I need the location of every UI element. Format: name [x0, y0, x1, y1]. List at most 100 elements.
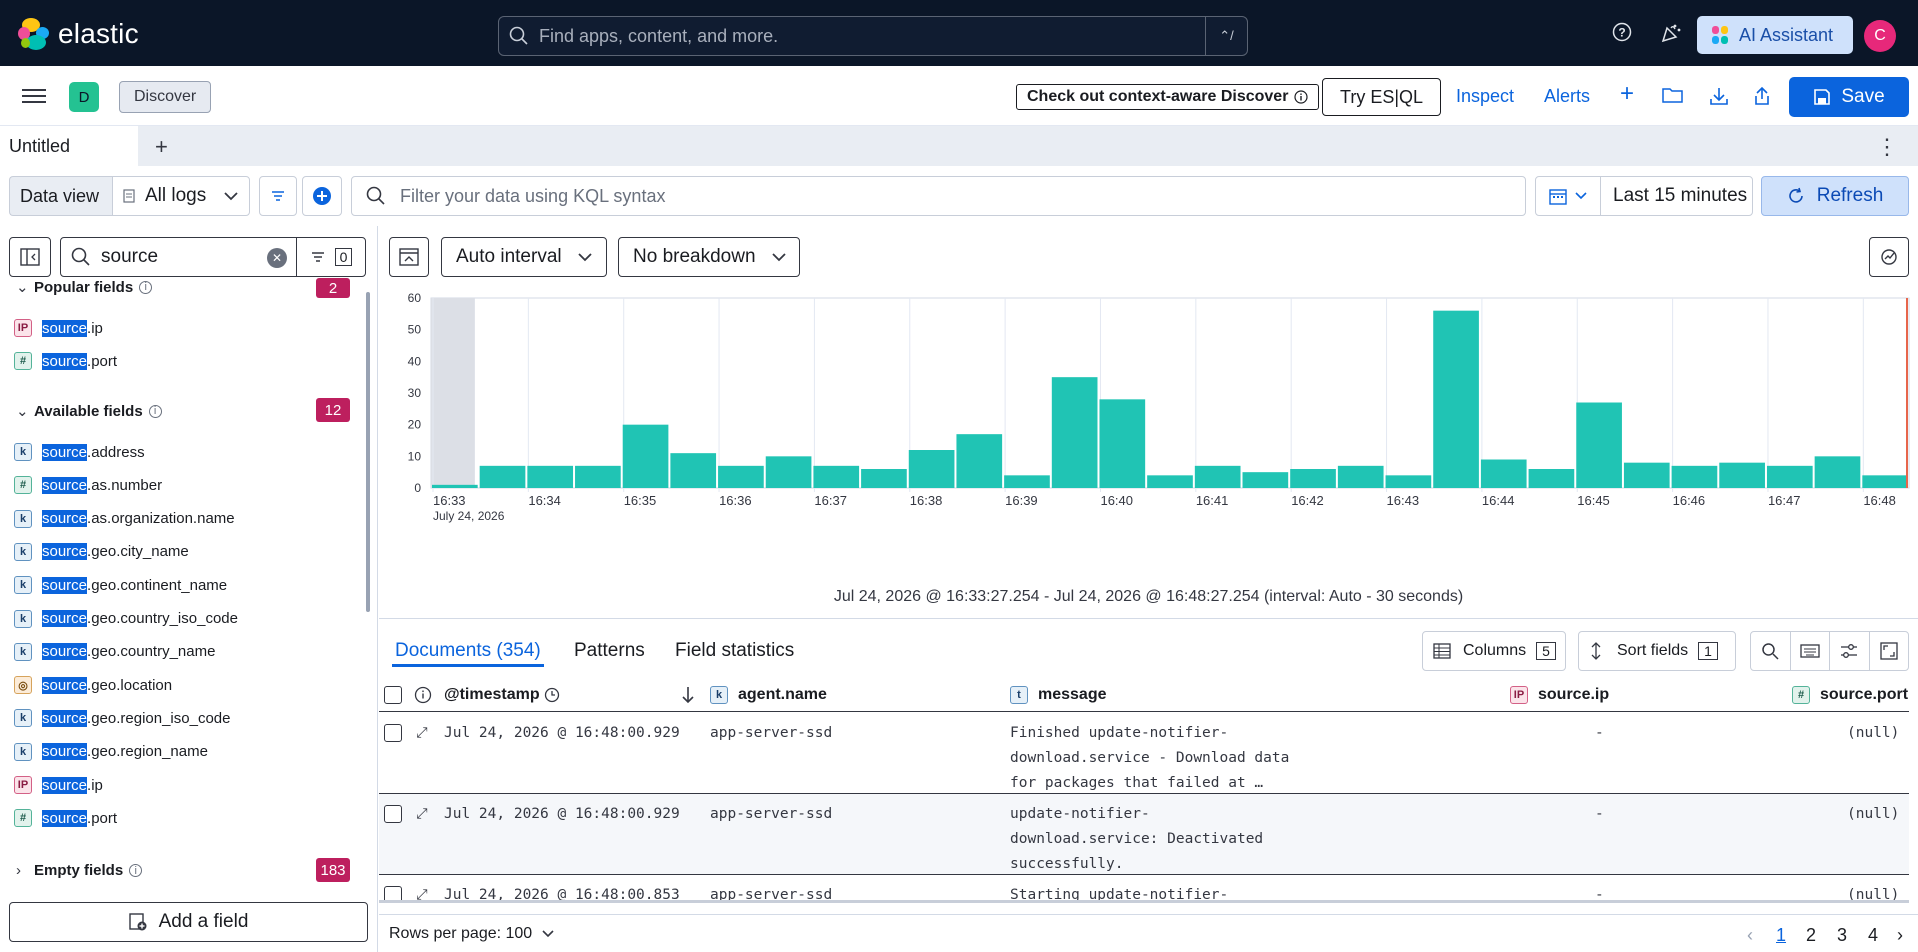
field-item[interactable]: k source .as.organization.name: [14, 508, 235, 530]
refresh-button[interactable]: Refresh: [1761, 176, 1909, 216]
sidebar-scrollbar[interactable]: [366, 292, 370, 612]
panel-divider[interactable]: [379, 618, 1918, 619]
number-type-icon: #: [1792, 686, 1810, 704]
add-tab-icon[interactable]: +: [155, 134, 168, 160]
add-field-button[interactable]: Add a field: [9, 902, 368, 942]
columns-button[interactable]: Columns 5: [1422, 631, 1566, 671]
menu-icon[interactable]: [22, 85, 46, 105]
field-name-rest: .ip: [87, 776, 103, 794]
inspect-link[interactable]: Inspect: [1456, 86, 1514, 107]
clear-search-icon[interactable]: ✕: [267, 248, 287, 268]
tab-patterns[interactable]: Patterns: [574, 640, 645, 662]
sort-fields-button[interactable]: Sort fields 1: [1578, 631, 1736, 671]
column-header-agent-name[interactable]: k agent.name: [710, 686, 827, 704]
row-checkbox[interactable]: [384, 883, 402, 900]
calendar-icon[interactable]: [1536, 177, 1601, 215]
cell-source-ip: -: [1595, 806, 1604, 822]
breadcrumb-discover[interactable]: Discover: [119, 81, 212, 113]
field-type-filter-button[interactable]: 0: [296, 238, 366, 276]
next-page-icon[interactable]: ›: [1897, 925, 1903, 946]
expand-row-icon[interactable]: ⤢: [416, 802, 428, 827]
table-row[interactable]: ⤢ Jul 24, 2026 @ 16:48:00.853 app-server…: [379, 875, 1909, 900]
rows-per-page-selector[interactable]: Rows per page: 100: [389, 925, 554, 943]
field-item[interactable]: k source .address: [14, 441, 145, 463]
tab-untitled[interactable]: Untitled: [0, 126, 138, 166]
empty-fields-toggle[interactable]: › Empty fields i: [16, 862, 143, 879]
column-header-timestamp[interactable]: @timestamp: [444, 686, 560, 704]
select-all-checkbox[interactable]: [384, 686, 402, 704]
field-item[interactable]: IP source .ip: [14, 317, 103, 339]
tab-documents[interactable]: Documents (354): [395, 640, 541, 662]
keyboard-shortcuts-icon[interactable]: [1791, 632, 1830, 670]
histogram-bar: [622, 424, 669, 488]
display-settings-icon[interactable]: [1830, 632, 1870, 670]
expand-row-icon[interactable]: ⤢: [416, 883, 428, 900]
toggle-chart-button[interactable]: [389, 237, 429, 277]
alerts-link[interactable]: Alerts: [1544, 86, 1590, 107]
tabs-menu-icon[interactable]: ⋮: [1876, 134, 1898, 160]
popular-fields-toggle[interactable]: ⌄ Popular fields i: [16, 278, 153, 296]
histogram-bar: [1004, 475, 1050, 488]
fullscreen-icon[interactable]: [1870, 632, 1909, 670]
available-fields-toggle[interactable]: ⌄ Available fields i: [16, 402, 162, 420]
field-item[interactable]: # source .port: [14, 350, 117, 372]
search-grid-icon[interactable]: [1751, 632, 1791, 670]
ai-assistant-button[interactable]: AI Assistant: [1697, 16, 1853, 54]
field-item[interactable]: IP source .ip: [14, 774, 103, 796]
expand-row-icon[interactable]: ⤢: [416, 721, 428, 746]
field-name-match: source: [42, 676, 88, 694]
collapse-sidebar-button[interactable]: [9, 237, 51, 277]
field-item[interactable]: k source .geo.region_name: [14, 741, 208, 763]
share-icon[interactable]: [1753, 86, 1771, 111]
new-icon[interactable]: +: [1620, 80, 1634, 108]
add-filter-button[interactable]: [302, 176, 342, 216]
global-search-input[interactable]: Find apps, content, and more. ⌃/: [498, 16, 1248, 56]
date-picker[interactable]: Last 15 minutes: [1535, 176, 1753, 216]
field-item[interactable]: k source .geo.country_name: [14, 641, 215, 663]
try-esql-button[interactable]: Try ES|QL: [1322, 78, 1442, 116]
field-item[interactable]: k source .geo.city_name: [14, 541, 189, 563]
page-3[interactable]: 3: [1837, 925, 1847, 946]
kql-search-input[interactable]: Filter your data using KQL syntax: [351, 176, 1526, 216]
tab-field-statistics[interactable]: Field statistics: [675, 640, 794, 662]
field-item[interactable]: k source .geo.continent_name: [14, 574, 227, 596]
field-item[interactable]: k source .geo.region_iso_code: [14, 707, 230, 729]
field-item[interactable]: # source .port: [14, 807, 117, 829]
row-checkbox[interactable]: [384, 721, 402, 742]
news-feed-icon[interactable]: [1660, 22, 1682, 49]
interval-selector[interactable]: Auto interval: [441, 237, 607, 277]
page-2[interactable]: 2: [1806, 925, 1816, 946]
row-checkbox[interactable]: [384, 802, 402, 823]
field-item[interactable]: k source .geo.country_iso_code: [14, 608, 238, 630]
histogram-chart[interactable]: 0 10 20 30 40 50 60 16:33 16:34 16:35 16:36 16:37 16…: [379, 286, 1918, 544]
space-avatar[interactable]: D: [69, 82, 99, 112]
context-aware-discover-button[interactable]: Check out context-aware Discover: [1016, 84, 1320, 110]
y-tick-label: 30: [408, 386, 422, 400]
previous-page-icon[interactable]: ‹: [1747, 925, 1753, 946]
elastic-logo[interactable]: elastic: [18, 18, 139, 50]
field-search-input[interactable]: source ✕ 0: [60, 237, 366, 277]
table-row[interactable]: ⤢ Jul 24, 2026 @ 16:48:00.929 app-server…: [379, 713, 1909, 794]
data-view-selector[interactable]: All logs: [112, 176, 250, 216]
horizontal-scrollbar[interactable]: [379, 900, 1909, 903]
breakdown-selector[interactable]: No breakdown: [618, 237, 800, 277]
column-header-message[interactable]: t message: [1010, 686, 1107, 704]
field-item[interactable]: ◎ source .geo.location: [14, 674, 172, 696]
user-avatar[interactable]: C: [1864, 20, 1896, 52]
filter-menu-button[interactable]: [259, 176, 297, 216]
chart-options-button[interactable]: [1869, 237, 1909, 277]
field-name-match: source: [42, 352, 88, 370]
cell-timestamp: Jul 24, 2026 @ 16:48:00.929: [444, 725, 680, 741]
download-icon[interactable]: [1709, 86, 1729, 111]
open-folder-icon[interactable]: [1662, 86, 1684, 109]
page-1[interactable]: 1: [1776, 925, 1786, 946]
field-item[interactable]: # source .as.number: [14, 474, 162, 496]
available-fields-label: Available fields: [34, 402, 143, 420]
column-header-source-port[interactable]: # source.port: [1792, 686, 1908, 704]
help-icon[interactable]: ?: [1612, 22, 1632, 47]
sort-descending-icon[interactable]: [681, 686, 695, 704]
table-row[interactable]: ⤢ Jul 24, 2026 @ 16:48:00.929 app-server…: [379, 794, 1909, 875]
page-4[interactable]: 4: [1868, 925, 1878, 946]
save-button[interactable]: Save: [1789, 77, 1909, 117]
column-header-source-ip[interactable]: IP source.ip: [1510, 686, 1609, 704]
